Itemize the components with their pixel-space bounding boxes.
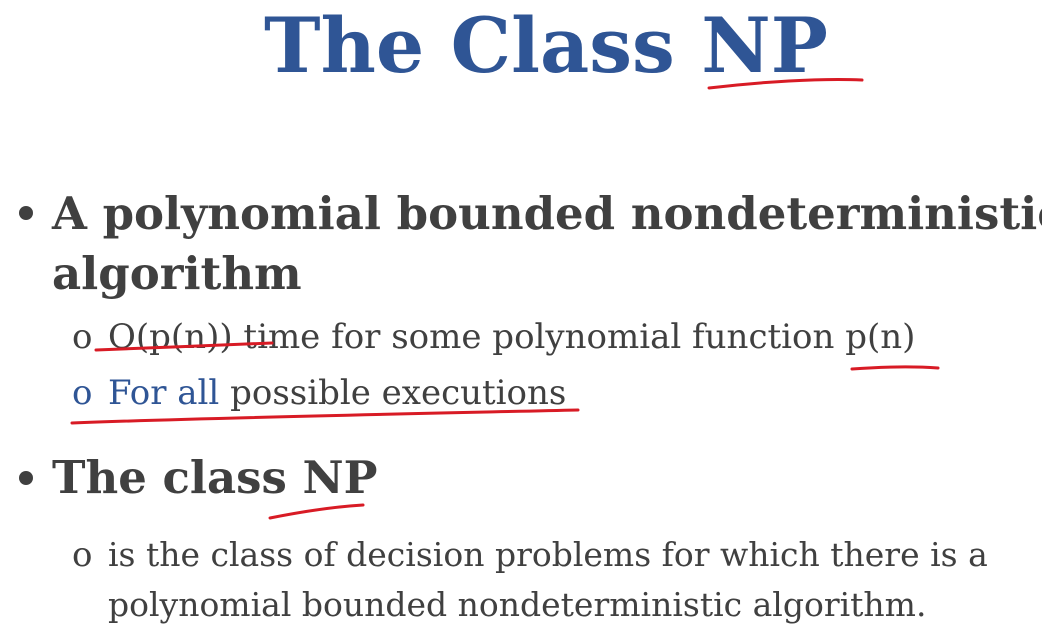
bullet-dot-2 [19, 471, 33, 485]
sub-item-1-2-highlight: For all [108, 373, 220, 413]
slide: The Class NP A polynomial bounded nondet… [0, 0, 1042, 633]
underline-pn [850, 365, 940, 371]
sub-marker-2-1: o [72, 535, 93, 575]
sub-item-2-1-line-2: polynomial bounded nondeterministic algo… [108, 585, 927, 624]
bullet-2-line-1: The class NP [52, 451, 378, 504]
sub-item-1-2-text: possible executions [230, 373, 567, 413]
slide-title: The Class NP [264, 1, 828, 90]
bullet-1-line-2: algorithm [52, 247, 302, 300]
bullet-dot-1 [19, 206, 33, 220]
sub-item-2-1-line-1: is the class of decision problems for wh… [108, 535, 988, 574]
sub-marker-1-2: o [72, 373, 93, 413]
sub-item-1-2: For all possible executions [108, 369, 566, 417]
sub-item-1-1: O(p(n)) time for some polynomial functio… [108, 317, 916, 357]
bullet-1-line-1: A polynomial bounded nondeterministic [52, 187, 1042, 240]
sub-marker-1-1: o [72, 317, 93, 357]
